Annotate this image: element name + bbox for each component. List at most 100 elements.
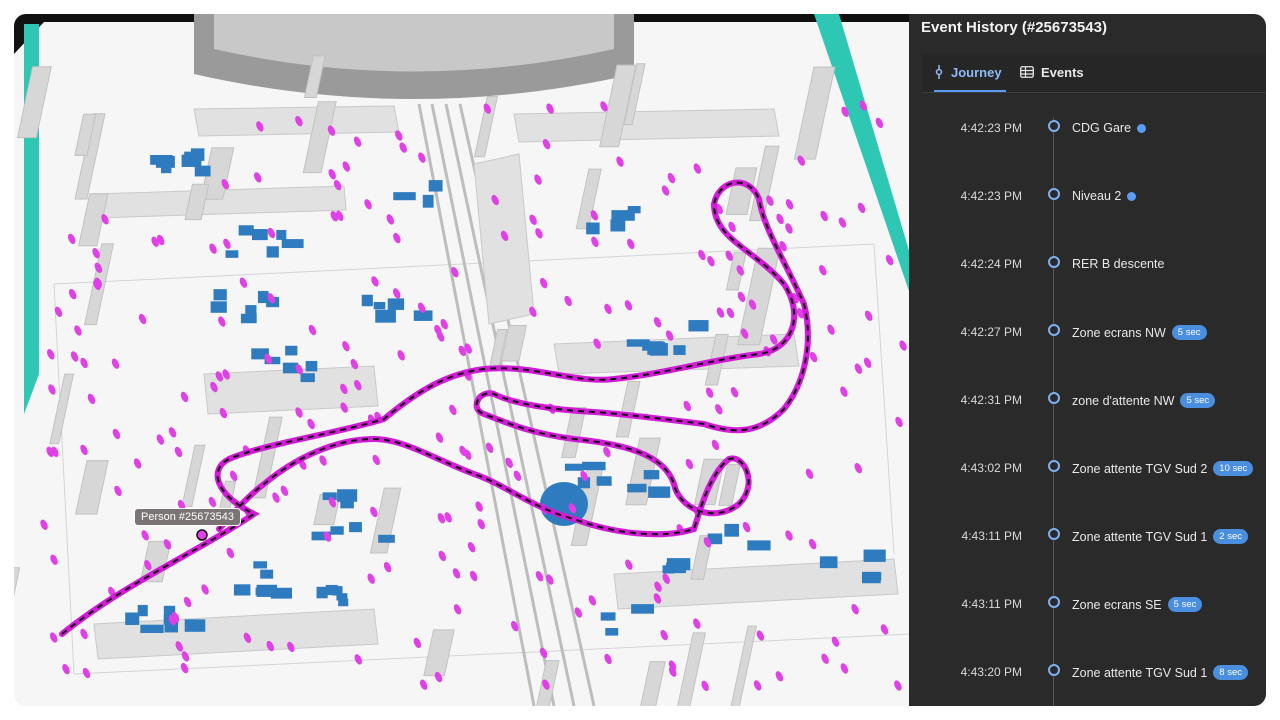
seat-block bbox=[586, 222, 600, 235]
duration-badge: 8 sec bbox=[1213, 665, 1248, 680]
seat-block bbox=[627, 205, 641, 214]
seat-block bbox=[245, 305, 257, 315]
seat-block bbox=[266, 246, 279, 258]
seat-block bbox=[688, 320, 709, 332]
seat-block bbox=[150, 154, 173, 165]
timeline-node-icon bbox=[1048, 324, 1060, 336]
table-icon bbox=[1020, 66, 1034, 78]
timeline-node-icon bbox=[1048, 188, 1060, 200]
seat-block bbox=[605, 628, 619, 636]
seat-block bbox=[181, 154, 202, 167]
event-time: 4:42:27 PM bbox=[960, 325, 1022, 339]
seat-block bbox=[673, 345, 686, 355]
timeline-event[interactable]: 4:42:23 PM CDG Gare bbox=[909, 118, 1266, 138]
tab-events-label: Events bbox=[1041, 64, 1084, 80]
status-dot-icon bbox=[1137, 123, 1147, 133]
seat-block bbox=[140, 624, 164, 633]
timeline-node-icon bbox=[1048, 664, 1060, 676]
seat-block bbox=[255, 587, 275, 596]
seat-block bbox=[428, 180, 443, 192]
seat-block bbox=[233, 584, 251, 596]
seat-block bbox=[184, 619, 206, 632]
seat-block bbox=[422, 194, 434, 208]
seat-block bbox=[600, 612, 616, 621]
event-time: 4:42:24 PM bbox=[960, 257, 1022, 271]
seat-block bbox=[375, 309, 396, 323]
seat-block bbox=[387, 298, 405, 310]
timeline-node-icon bbox=[1048, 460, 1060, 472]
seat-block bbox=[648, 486, 671, 498]
seat-block bbox=[300, 373, 315, 383]
seat-block bbox=[331, 586, 343, 596]
seat-block bbox=[643, 470, 660, 480]
timeline-event[interactable]: 4:42:24 PM RER B descente bbox=[909, 254, 1266, 274]
timeline-event[interactable]: 4:43:20 PM Zone attente TGV Sud 1 8 sec bbox=[909, 662, 1266, 682]
seat-block bbox=[596, 476, 612, 486]
timeline-event[interactable]: 4:43:02 PM Zone attente TGV Sud 2 10 sec bbox=[909, 458, 1266, 478]
tab-events[interactable]: Events bbox=[1020, 54, 1084, 90]
seat-block bbox=[378, 534, 395, 543]
seat-block bbox=[225, 250, 239, 258]
seat-block bbox=[330, 526, 344, 535]
event-time: 4:43:11 PM bbox=[961, 529, 1022, 543]
duration-badge: 10 sec bbox=[1213, 461, 1254, 476]
seat-block bbox=[819, 556, 838, 569]
seat-block bbox=[164, 623, 178, 633]
seat-block bbox=[238, 225, 254, 236]
seat-block bbox=[253, 561, 268, 569]
seat-block bbox=[349, 522, 362, 533]
timeline-event[interactable]: 4:43:11 PM Zone attente TGV Sud 1 2 sec bbox=[909, 526, 1266, 546]
event-history-panel: Event History (#25673543) Journey Events… bbox=[909, 14, 1266, 706]
app-frame: Person #25673543 Event History (#2567354… bbox=[14, 14, 1266, 706]
seat-block bbox=[631, 604, 655, 614]
seat-block bbox=[281, 239, 304, 249]
timeline-event[interactable]: 4:43:11 PM Zone ecrans SE 5 sec bbox=[909, 594, 1266, 614]
seat-block bbox=[210, 301, 227, 313]
scene-canvas[interactable] bbox=[14, 14, 910, 706]
seat-block bbox=[610, 219, 626, 232]
seat-block bbox=[305, 360, 318, 372]
seat-block bbox=[863, 549, 886, 562]
seat-block bbox=[627, 483, 647, 493]
timeline-event[interactable]: 4:42:31 PM zone d'attente NW 5 sec bbox=[909, 390, 1266, 410]
seat-block bbox=[340, 500, 354, 509]
seat-block bbox=[373, 302, 386, 310]
timeline-line bbox=[1053, 118, 1054, 706]
timeline-event[interactable]: 4:42:27 PM Zone ecrans NW 5 sec bbox=[909, 322, 1266, 342]
duration-badge: 2 sec bbox=[1213, 529, 1248, 544]
seat-block bbox=[582, 461, 606, 471]
station-3d-view[interactable]: Person #25673543 bbox=[14, 14, 910, 706]
seat-block bbox=[724, 523, 739, 537]
event-time: 4:42:23 PM bbox=[960, 121, 1022, 135]
event-label: RER B descente bbox=[1072, 257, 1165, 271]
duration-badge: 5 sec bbox=[1171, 325, 1207, 340]
seat-block bbox=[650, 343, 668, 356]
tab-journey-label: Journey bbox=[951, 64, 1002, 80]
seat-block bbox=[260, 569, 274, 579]
tab-journey[interactable]: Journey bbox=[934, 54, 1006, 92]
seat-block bbox=[213, 289, 227, 301]
event-label: Zone ecrans NW bbox=[1072, 325, 1166, 340]
seat-block bbox=[337, 489, 358, 502]
event-label: Zone attente TGV Sud 2 bbox=[1072, 461, 1208, 476]
timeline-node-icon bbox=[1048, 120, 1060, 132]
event-time: 4:42:31 PM bbox=[960, 393, 1022, 407]
event-time: 4:43:02 PM bbox=[960, 461, 1022, 475]
seat-block bbox=[125, 612, 140, 625]
seat-block bbox=[276, 229, 287, 240]
seat-block bbox=[393, 192, 416, 201]
seat-block bbox=[257, 290, 269, 304]
event-time: 4:43:11 PM bbox=[961, 597, 1022, 611]
event-label: zone d'attente NW bbox=[1072, 393, 1175, 408]
timeline-event[interactable]: 4:42:23 PM Niveau 2 bbox=[909, 186, 1266, 206]
seat-block bbox=[666, 562, 686, 574]
event-label: Zone attente TGV Sud 1 bbox=[1072, 529, 1208, 544]
event-label: CDG Gare bbox=[1072, 121, 1132, 135]
duration-badge: 5 sec bbox=[1180, 393, 1216, 408]
seat-block bbox=[316, 586, 328, 599]
seat-block bbox=[361, 294, 373, 307]
event-time: 4:43:20 PM bbox=[960, 665, 1022, 679]
seat-block bbox=[285, 345, 298, 356]
route-icon bbox=[934, 65, 944, 79]
seat-block bbox=[863, 572, 882, 581]
